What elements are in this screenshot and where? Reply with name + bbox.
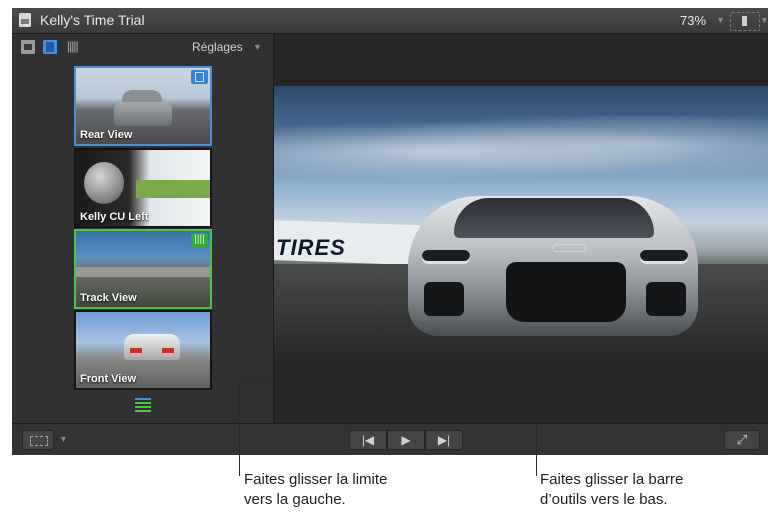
chevron-down-icon[interactable]: ▼ <box>59 434 68 444</box>
callout-drag-toolbar: Faites glisser la barre d’outils vers le… <box>540 470 683 510</box>
view-options-button[interactable] <box>22 430 54 450</box>
angle-editor-window: Kelly's Time Trial 73% ▼ ▼ ||||| Réglage… <box>12 8 768 455</box>
callout-line <box>239 380 270 381</box>
previous-icon[interactable]: |◀ <box>349 430 387 450</box>
transport-controls: |◀ ▶ ▶| <box>349 430 465 450</box>
banner-text: TIRES <box>276 235 346 260</box>
filmstrip-icon[interactable] <box>43 40 57 54</box>
clip-icon[interactable] <box>21 40 35 54</box>
clip-thumbnail-track-view[interactable]: |||| Track View <box>74 229 212 309</box>
next-icon[interactable]: ▶| <box>425 430 463 450</box>
angle-sidebar: ||||| Réglages ▼ Rear View Kelly CU Left… <box>12 34 274 423</box>
clip-thumbnail-kelly-cu-left[interactable]: Kelly CU Left <box>74 148 212 228</box>
callout-text: Faites glisser la limite <box>244 471 388 488</box>
callout-drag-boundary: Faites glisser la limite vers la gauche. <box>244 470 387 510</box>
layout-toggle-button[interactable] <box>730 12 760 31</box>
callout-text: Faites glisser la barre <box>540 471 684 488</box>
list-view-icon[interactable] <box>135 398 151 412</box>
chevron-down-icon[interactable]: ▼ <box>253 42 262 52</box>
clip-thumbnail-rear-view[interactable]: Rear View <box>74 66 212 146</box>
callout-line <box>239 380 240 476</box>
window-title: Kelly's Time Trial <box>40 12 145 28</box>
clip-label: Kelly CU Left <box>80 211 149 223</box>
waveform-icon: |||| <box>191 233 208 247</box>
waveform-icon[interactable]: ||||| <box>67 39 87 53</box>
viewer-toolbar: ▼ |◀ ▶ ▶| ⤢ <box>12 423 768 455</box>
clip-label: Track View <box>80 292 137 304</box>
sidebar-toolbar: ||||| Réglages ▼ <box>12 34 273 60</box>
callout-text: d’outils vers le bas. <box>540 491 668 508</box>
chevron-down-icon[interactable]: ▼ <box>760 15 768 25</box>
chevron-down-icon[interactable]: ▼ <box>716 15 725 25</box>
callout-text: vers la gauche. <box>244 491 346 508</box>
settings-menu[interactable]: Réglages <box>192 40 243 54</box>
clip-label: Front View <box>80 373 137 385</box>
zoom-level[interactable]: 73% <box>680 13 706 28</box>
video-frame: TIRES <box>274 86 768 370</box>
fullscreen-icon[interactable]: ⤢ <box>724 430 760 450</box>
callout-line <box>536 424 537 476</box>
clip-thumbnail-front-view[interactable]: Front View <box>74 310 212 390</box>
title-bar: Kelly's Time Trial 73% ▼ ▼ <box>12 8 768 34</box>
document-icon <box>19 13 31 27</box>
video-viewer: TIRES <box>274 34 768 423</box>
filmstrip-icon <box>191 70 208 84</box>
play-icon[interactable]: ▶ <box>387 430 425 450</box>
clip-label: Rear View <box>80 129 133 141</box>
